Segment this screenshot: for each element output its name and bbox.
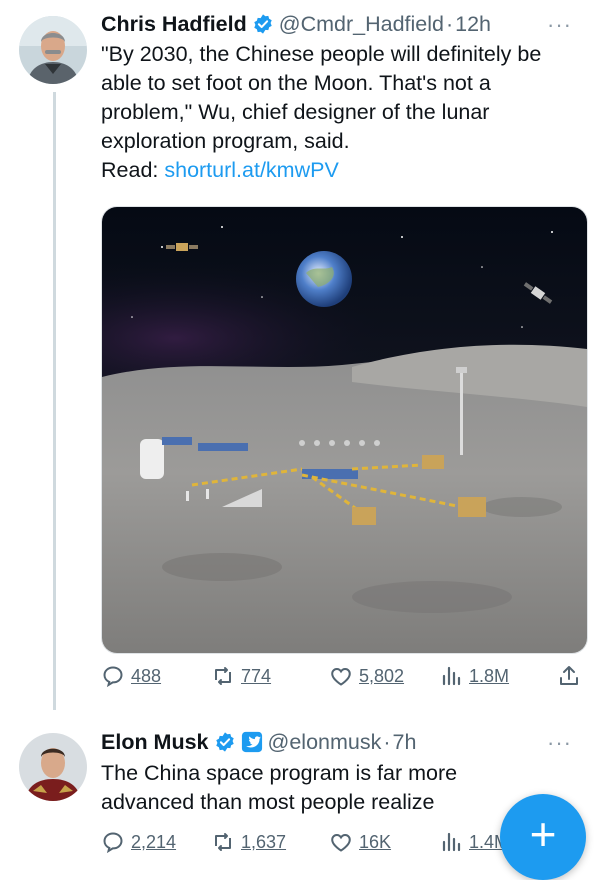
more-options-icon[interactable]: ···: [547, 730, 572, 756]
reply-count: 2,214: [131, 831, 177, 852]
reply-count: 488: [131, 665, 162, 686]
views-button[interactable]: 1.8M: [439, 664, 509, 688]
tweet-text-line: The China space program is far more: [101, 761, 458, 785]
tweet-text-line: problem," Wu, chief designer of the luna…: [101, 100, 490, 124]
avatar-elon-musk[interactable]: [19, 733, 87, 801]
author-handle[interactable]: @elonmusk: [268, 730, 382, 755]
views-icon: [442, 832, 461, 852]
author-name[interactable]: Elon Musk: [101, 730, 209, 755]
avatar-image: [19, 16, 87, 84]
retweet-icon: [215, 833, 231, 851]
thread-line: [53, 92, 56, 710]
lunar-base-illustration: [102, 207, 587, 653]
views-icon: [442, 666, 461, 686]
read-line: Read: shorturl.at/kmwPV: [101, 156, 591, 185]
tweet-link[interactable]: shorturl.at/kmwPV: [164, 158, 338, 182]
reply-icon: [103, 666, 123, 688]
retweet-count: 774: [241, 665, 272, 686]
tweet-timestamp[interactable]: 12h: [455, 12, 491, 37]
share-icon: [560, 666, 578, 685]
tweet-text-line: able to set foot on the Moon. That's not…: [101, 71, 491, 95]
like-count: 16K: [359, 831, 392, 852]
tweet1-actions: 488 774 5,802 1.8M: [101, 664, 585, 694]
tweet1-body: "By 2030, the Chinese people will defini…: [101, 40, 591, 185]
share-button[interactable]: [557, 664, 587, 688]
retweet-icon: [215, 667, 231, 685]
verified-badge-icon[interactable]: [214, 731, 236, 753]
tweet1-header: Chris Hadfield @Cmdr_Hadfield · 12h: [101, 9, 491, 39]
heart-icon: [331, 833, 351, 852]
retweet-button[interactable]: 774: [211, 664, 271, 688]
affiliate-x-badge-icon[interactable]: [241, 731, 263, 753]
tweet-timestamp[interactable]: 7h: [393, 730, 417, 755]
like-button[interactable]: 16K: [329, 830, 391, 854]
tweet-text-line: "By 2030, the Chinese people will defini…: [101, 42, 542, 66]
compose-tweet-button[interactable]: +: [500, 794, 586, 880]
retweet-count: 1,637: [241, 831, 287, 852]
author-name[interactable]: Chris Hadfield: [101, 12, 247, 37]
verified-badge-icon[interactable]: [252, 13, 274, 35]
tweet-media-image[interactable]: [101, 206, 588, 654]
avatar-chris-hadfield[interactable]: [19, 16, 87, 84]
like-count: 5,802: [359, 665, 405, 686]
separator-dot: ·: [383, 729, 391, 754]
separator-dot: ·: [445, 11, 454, 36]
author-handle[interactable]: @Cmdr_Hadfield: [279, 12, 444, 37]
avatar-image: [19, 733, 87, 801]
reply-button[interactable]: 488: [101, 664, 161, 688]
tweet-text-line: exploration program, said.: [101, 129, 350, 153]
read-label: Read:: [101, 158, 159, 182]
compose-plus-icon: +: [529, 808, 557, 860]
more-options-icon[interactable]: ···: [547, 12, 572, 38]
tweet2-header: Elon Musk @elonmusk · 7h: [101, 727, 416, 757]
reply-icon: [103, 832, 123, 854]
reply-button[interactable]: 2,214: [101, 830, 176, 854]
like-button[interactable]: 5,802: [329, 664, 404, 688]
heart-icon: [331, 667, 351, 686]
views-button[interactable]: 1.4M: [439, 830, 509, 854]
retweet-button[interactable]: 1,637: [211, 830, 286, 854]
view-count: 1.8M: [469, 665, 510, 686]
